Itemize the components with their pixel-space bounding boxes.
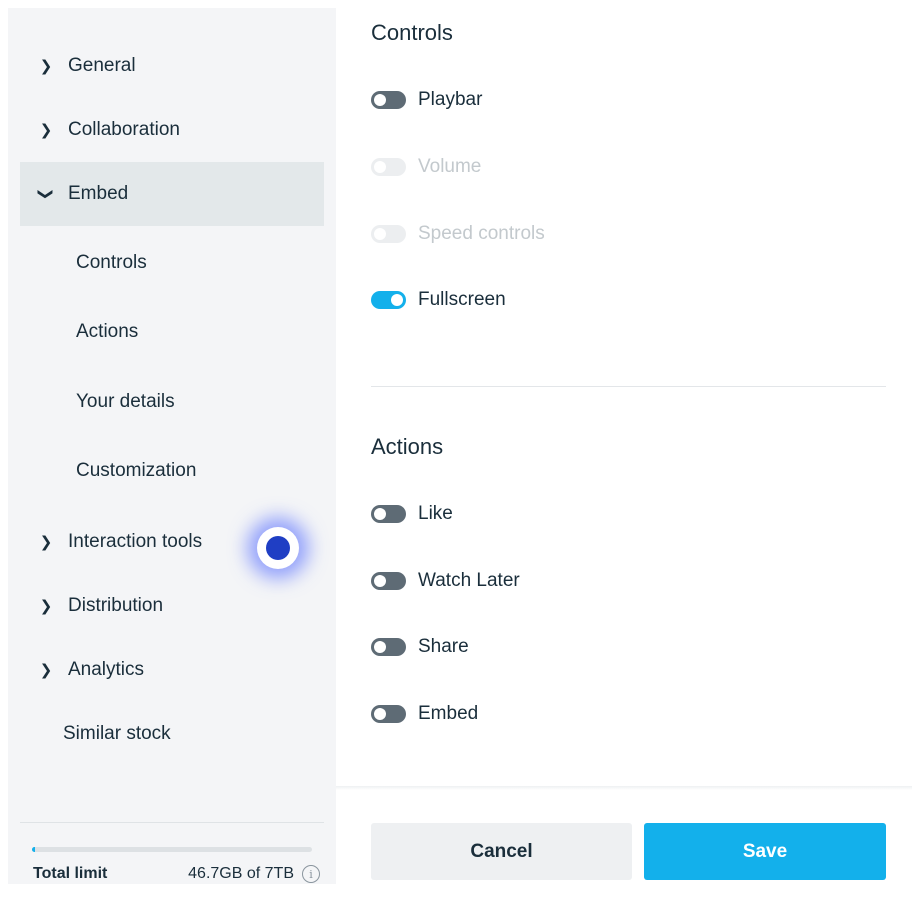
sidebar-item-label: General [68,55,136,76]
toggle-label: Embed [418,703,479,724]
save-button[interactable]: Save [644,823,886,880]
footer-separator [336,786,912,790]
sidebar-item-general[interactable]: ❯ General [20,34,324,98]
sidebar-item-label: Similar stock [63,723,171,744]
sidebar-item-distribution[interactable]: ❯ Distribution [20,574,324,638]
sidebar-subitem-customization[interactable]: Customization [20,439,324,503]
sidebar-item-embed[interactable]: ❯ Embed [20,162,324,226]
playbar-toggle-row[interactable]: Playbar [371,88,482,112]
chevron-right-icon: ❯ [39,662,53,679]
sidebar-item-label: Actions [76,321,139,342]
sidebar-item-label: Interaction tools [68,531,203,552]
chevron-right-icon: ❯ [39,58,53,75]
usage-progress-bar [32,847,312,852]
chevron-right-icon: ❯ [39,122,53,139]
total-limit-label: Total limit [33,865,108,882]
sidebar-item-label: Distribution [68,595,164,616]
toggle-label: Fullscreen [418,289,506,310]
sidebar-subitem-controls[interactable]: Controls [20,231,324,295]
sidebar-item-label: Embed [68,183,129,204]
cancel-button[interactable]: Cancel [371,823,632,880]
chevron-right-icon: ❯ [39,598,53,615]
toggle-label: Like [418,503,453,524]
actions-section-title: Actions [371,434,444,459]
volume-toggle-row: Volume [371,155,481,179]
sidebar-item-label: Customization [76,460,197,481]
share-toggle-row[interactable]: Share [371,635,469,659]
fullscreen-toggle[interactable] [371,291,406,309]
sidebar-item-analytics[interactable]: ❯ Analytics [20,638,324,702]
watch-later-toggle[interactable] [371,572,406,590]
controls-section-title: Controls [371,20,453,45]
sidebar-item-label: Collaboration [68,119,180,140]
chevron-down-icon: ❯ [37,187,54,201]
total-limit-value: 46.7GB of 7TB [188,865,294,882]
toggle-label: Playbar [418,89,483,110]
chevron-right-icon: ❯ [39,534,53,551]
info-icon[interactable]: i [302,865,320,883]
playbar-toggle[interactable] [371,91,406,109]
like-toggle[interactable] [371,505,406,523]
sidebar-subitem-your-details[interactable]: Your details [20,370,324,434]
speed-controls-toggle [371,225,406,243]
embed-toggle-row[interactable]: Embed [371,702,478,726]
share-toggle[interactable] [371,638,406,656]
toggle-label: Speed controls [418,223,545,244]
watch-later-toggle-row[interactable]: Watch Later [371,569,520,593]
toggle-label: Volume [418,156,482,177]
settings-sidebar: ❯ General ❯ Collaboration ❯ Embed Contro… [8,8,336,884]
cursor-indicator [257,527,299,569]
like-toggle-row[interactable]: Like [371,502,453,526]
sidebar-item-collaboration[interactable]: ❯ Collaboration [20,98,324,162]
sidebar-item-label: Controls [76,252,147,273]
toggle-label: Watch Later [418,570,520,591]
usage-progress-fill [32,847,35,852]
speed-controls-toggle-row: Speed controls [371,222,545,246]
fullscreen-toggle-row[interactable]: Fullscreen [371,288,506,312]
storage-usage: Total limit 46.7GB of 7TB i [20,822,324,884]
sidebar-subitem-actions[interactable]: Actions [20,300,324,364]
volume-toggle [371,158,406,176]
embed-toggle[interactable] [371,705,406,723]
sidebar-item-similar-stock[interactable]: Similar stock [20,702,324,766]
sidebar-item-label: Analytics [68,659,145,680]
toggle-label: Share [418,636,469,657]
sidebar-item-label: Your details [76,391,175,412]
section-divider [371,386,886,387]
